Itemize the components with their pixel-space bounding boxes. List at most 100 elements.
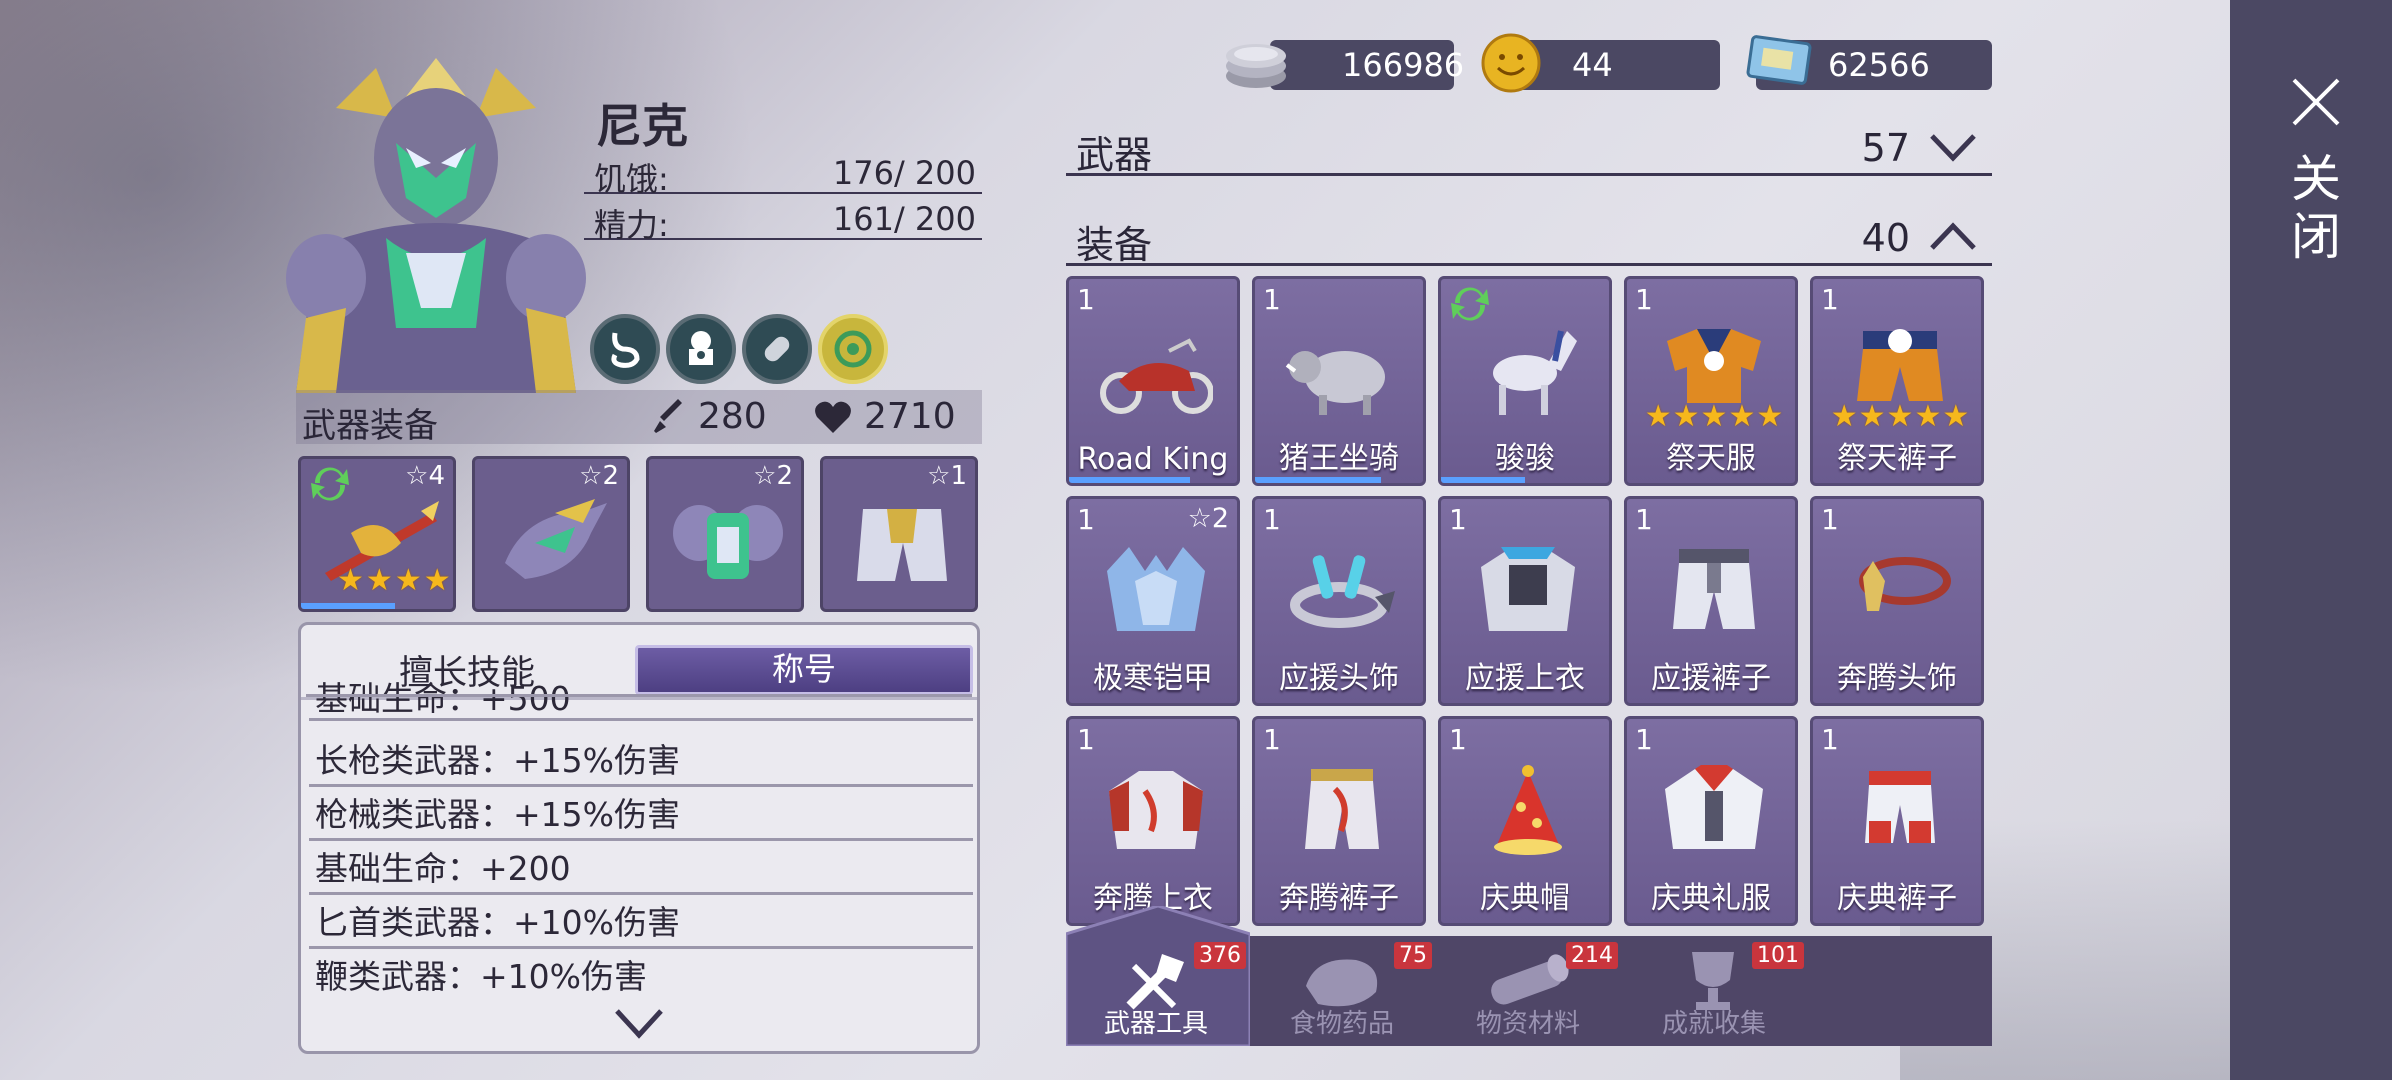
item-quantity: 1 bbox=[1263, 503, 1281, 536]
star-icon: ★ bbox=[394, 563, 422, 598]
star-icon: ★ bbox=[1886, 399, 1914, 434]
skill-row: 鞭类武器：+10%伤害 bbox=[315, 957, 647, 996]
inventory-item[interactable]: 1 庆典裤子 bbox=[1810, 716, 1984, 926]
stat-value: 176/ 200 bbox=[832, 154, 976, 192]
equip-slot-armor[interactable]: ☆2 bbox=[646, 456, 804, 612]
heart-icon bbox=[815, 401, 851, 433]
inventory-item[interactable]: 1 庆典帽 bbox=[1438, 716, 1612, 926]
item-name: 祭天裤子 bbox=[1837, 441, 1957, 476]
attack-value: 280 bbox=[698, 396, 767, 437]
motorcycle-icon bbox=[1100, 338, 1213, 414]
bandage-icon[interactable] bbox=[742, 314, 812, 384]
inventory-item[interactable]: 1 Road King bbox=[1066, 276, 1240, 486]
currency-value: 166986 bbox=[1342, 46, 1465, 84]
skill-row: 匕首类武器：+10%伤害 bbox=[309, 897, 973, 949]
item-name: 骏骏 bbox=[1495, 441, 1555, 476]
star-icon: ★ bbox=[337, 563, 364, 598]
inventory-item[interactable]: 1 ★ ★ ★ ★ ★ 祭天服 bbox=[1624, 276, 1798, 486]
stat-value: 161/ 200 bbox=[832, 200, 976, 238]
weapon-equip-title: 武器装备 bbox=[302, 406, 438, 446]
gold-pants-icon bbox=[857, 509, 947, 581]
item-name: 应援裤子 bbox=[1651, 661, 1771, 696]
shield-emblem-icon[interactable] bbox=[818, 314, 888, 384]
star-icon: ★ bbox=[1830, 399, 1858, 434]
item-quantity: 1 bbox=[1635, 503, 1653, 536]
equipment-section[interactable]: 装备 40 bbox=[1066, 206, 1992, 267]
chef-icon[interactable] bbox=[666, 314, 736, 384]
currency-silver: 166986 bbox=[1270, 40, 1464, 90]
inventory-item[interactable]: 1 ★ ★ ★ ★ ★ 祭天裤子 bbox=[1810, 276, 1984, 486]
horse-headband-icon bbox=[1859, 557, 1951, 611]
durability-bar bbox=[1069, 477, 1190, 483]
stat-hunger: 饥饿: 176/ 200 bbox=[584, 148, 982, 198]
skills-panel: 擅长技能 称号 基础生命：+500 长枪类武器：+15%伤害 枪械类武器：+15… bbox=[298, 622, 980, 1054]
chevron-down-icon[interactable] bbox=[613, 1005, 665, 1041]
inventory-item[interactable]: 1 奔腾裤子 bbox=[1252, 716, 1426, 926]
durability-bar bbox=[1441, 477, 1525, 483]
tab-weapons-tools[interactable]: 376 武器工具 bbox=[1066, 936, 1246, 1046]
horse-mount-icon bbox=[1493, 330, 1577, 415]
tab-materials[interactable]: 214 物资材料 bbox=[1438, 936, 1618, 1046]
stat-energy: 精力: 161/ 200 bbox=[584, 194, 982, 244]
star-icon: ★ bbox=[1728, 399, 1756, 434]
item-name: 祭天服 bbox=[1666, 441, 1756, 476]
star-rating: ★ ★ ★ ★ bbox=[337, 563, 451, 598]
section-count: 57 bbox=[1861, 126, 1910, 170]
item-quantity: 1 bbox=[1635, 283, 1653, 316]
headband-icon bbox=[1290, 555, 1395, 628]
star-icon: ★ bbox=[1914, 399, 1942, 434]
silver-coin-icon bbox=[1226, 44, 1286, 88]
equip-slot-pants[interactable]: ☆1 bbox=[820, 456, 978, 612]
celebration-pants-icon bbox=[1865, 771, 1935, 843]
equip-slot-helmet[interactable]: ☆2 bbox=[472, 456, 630, 612]
inventory-item[interactable]: 骏骏 bbox=[1438, 276, 1612, 486]
item-quantity: 1 bbox=[1635, 723, 1653, 756]
tab-label: 物资材料 bbox=[1475, 1009, 1580, 1039]
inventory-item[interactable]: 1 ☆2 极寒铠甲 bbox=[1066, 496, 1240, 706]
inventory-item[interactable]: 1 应援头饰 bbox=[1252, 496, 1426, 706]
item-quantity: 1 bbox=[1263, 723, 1281, 756]
inventory-item[interactable]: 1 应援裤子 bbox=[1624, 496, 1798, 706]
star-rating: ★ ★ ★ ★ ★ bbox=[1819, 399, 1981, 434]
attack-stat: 280 bbox=[650, 396, 767, 437]
item-quantity: 1 bbox=[1077, 723, 1095, 756]
tab-food-medicine[interactable]: 75 食物药品 bbox=[1252, 936, 1432, 1046]
skill-row-divider bbox=[306, 694, 972, 697]
boar-mount-icon bbox=[1285, 351, 1385, 415]
stomach-icon[interactable] bbox=[590, 314, 660, 384]
inventory-item[interactable]: 1 奔腾头饰 bbox=[1810, 496, 1984, 706]
durability-bar bbox=[301, 603, 396, 609]
star-icon: ★ bbox=[1858, 399, 1886, 434]
smith-level: ☆1 bbox=[927, 461, 967, 491]
star-rating: ★ ★ ★ ★ ★ bbox=[1633, 399, 1795, 434]
close-icon[interactable] bbox=[2290, 76, 2342, 128]
skill-row: 基础生命：+500 bbox=[309, 681, 973, 721]
equip-slot-weapon[interactable]: ☆4 ★ ★ ★ ★ bbox=[298, 456, 456, 612]
tab-badge: 214 bbox=[1566, 942, 1618, 969]
inventory-item[interactable]: 1 猪王坐骑 bbox=[1252, 276, 1426, 486]
close-button-label[interactable]: 关闭 bbox=[2288, 150, 2344, 266]
tab-badge: 75 bbox=[1394, 942, 1432, 969]
tab-label: 武器工具 bbox=[1103, 1009, 1208, 1039]
chevron-up-icon[interactable] bbox=[1928, 218, 1978, 254]
weapons-section[interactable]: 武器 57 bbox=[1066, 116, 1992, 177]
sword-icon bbox=[654, 398, 682, 433]
inventory-item[interactable]: 1 应援上衣 bbox=[1438, 496, 1612, 706]
armor-icon bbox=[673, 505, 783, 579]
section-title: 武器 bbox=[1076, 133, 1153, 177]
skill-row: 长枪类武器：+15%伤害 bbox=[309, 735, 973, 787]
inventory-item[interactable]: 1 庆典礼服 bbox=[1624, 716, 1798, 926]
tab-achievements[interactable]: 101 成就收集 bbox=[1624, 936, 1804, 1046]
section-count: 40 bbox=[1861, 216, 1910, 260]
star-icon: ★ bbox=[1672, 399, 1700, 434]
character-portrait bbox=[286, 58, 586, 393]
tab-label: 成就收集 bbox=[1661, 1009, 1766, 1039]
inventory-item[interactable]: 1 奔腾上衣 bbox=[1066, 716, 1240, 926]
item-quantity: 1 bbox=[1077, 283, 1095, 316]
smith-level: ☆4 bbox=[405, 461, 445, 491]
item-name: 应援上衣 bbox=[1465, 661, 1585, 696]
chevron-down-icon[interactable] bbox=[1928, 128, 1978, 164]
cheer-pants-icon bbox=[1673, 549, 1755, 629]
cheer-jacket-icon bbox=[1481, 547, 1575, 631]
smith-level: ☆2 bbox=[579, 461, 619, 491]
